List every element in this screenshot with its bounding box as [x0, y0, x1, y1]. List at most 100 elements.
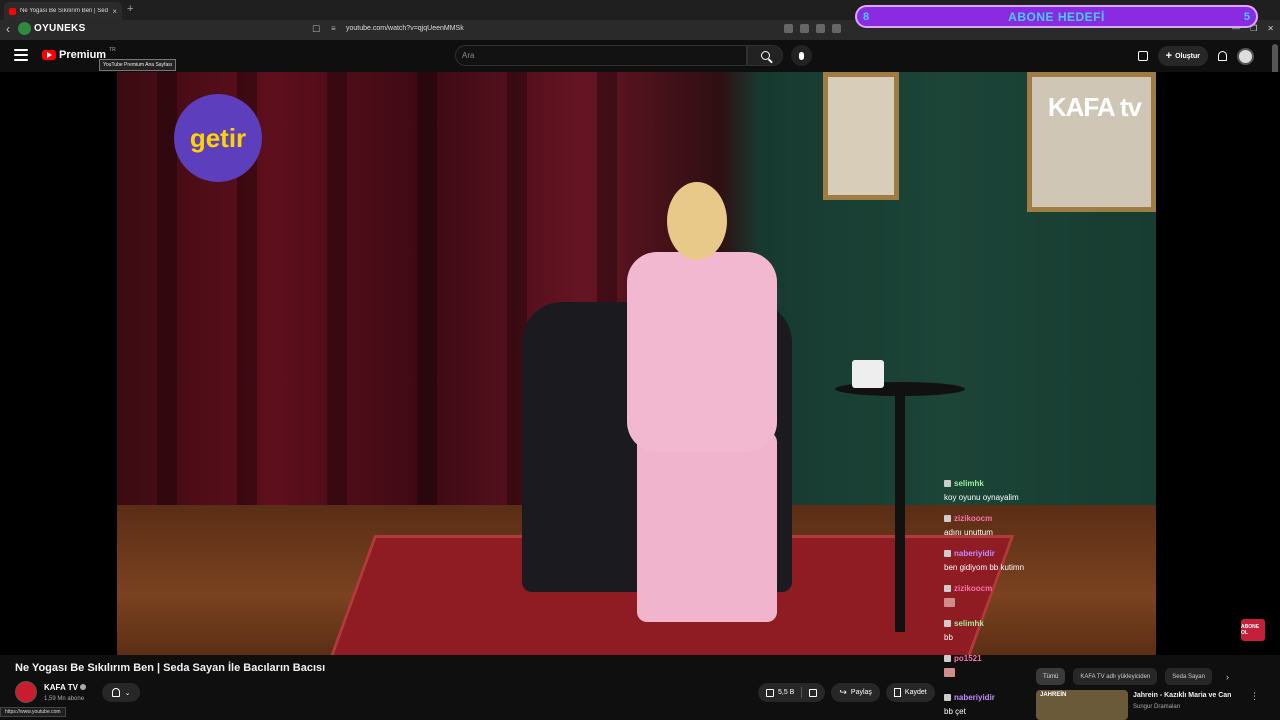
subscription-notifications-button[interactable]: ⌄ — [102, 683, 140, 702]
back-button[interactable]: ‹ — [6, 22, 10, 36]
chat-text: adını unuttum — [944, 528, 993, 537]
notifications-bell-icon[interactable] — [1218, 51, 1227, 61]
chat-badge-icon — [944, 584, 951, 592]
portrait-frame — [823, 72, 899, 200]
search-input[interactable] — [455, 45, 747, 66]
recommended-title[interactable]: Jahrein - Kazıklı Maria ve Can — [1133, 692, 1231, 699]
user-avatar[interactable] — [1237, 47, 1254, 65]
like-icon[interactable] — [766, 688, 774, 697]
save-button[interactable]: Kaydet — [885, 683, 935, 702]
share-label: Paylaş — [850, 689, 872, 696]
oyuneks-logo-text: OYUNEKS — [34, 23, 86, 34]
host-body — [627, 252, 777, 452]
chat-badge-icon — [944, 479, 951, 487]
youtube-header: Premium TR YouTube Premium Ana Sayfası +… — [0, 40, 1280, 72]
extension-icons — [784, 24, 841, 33]
share-page-icon[interactable] — [816, 24, 825, 33]
voice-search-button[interactable] — [791, 45, 812, 66]
host-head — [667, 182, 727, 260]
logo-tooltip: YouTube Premium Ana Sayfası — [99, 59, 177, 71]
chat-message: zizikoocm adını unuttum — [942, 508, 1280, 543]
chat-username: naberiyidir — [954, 548, 995, 558]
subscribe-overlay-badge: ABONE OL — [1241, 619, 1265, 641]
close-window-button[interactable]: ✕ — [1267, 24, 1274, 33]
chat-username: zizikoocm — [954, 513, 993, 523]
chat-message: naberiyidir ben gidiyom bb kutimn — [942, 543, 1280, 578]
chat-badge-icon — [944, 654, 951, 662]
search-icon — [760, 51, 770, 60]
like-count[interactable]: 5,5 B — [778, 689, 794, 696]
subscriber-goal-bar: 8 ABONE HEDEFİ 5 — [855, 5, 1258, 28]
extension-icon[interactable] — [832, 24, 841, 33]
chat-username: po1521 — [954, 653, 982, 663]
chat-badge-icon — [944, 514, 951, 522]
chat-username: selimhk — [954, 618, 984, 628]
tab-title: Ne Yogası Be Sıkılırım Ben | Sed — [20, 8, 108, 14]
hamburger-menu-icon[interactable] — [14, 49, 28, 61]
oyuneks-logo-icon — [18, 22, 31, 35]
video-thumbnail[interactable]: JAHREİN — [1036, 690, 1128, 720]
site-settings-icon[interactable]: ≡ — [331, 24, 336, 33]
host-figure — [587, 182, 787, 622]
chat-emote-icon — [944, 668, 955, 677]
more-options-icon[interactable]: ⋮ — [1250, 691, 1259, 702]
youtube-favicon-icon — [9, 7, 16, 15]
verified-icon — [79, 684, 86, 690]
chat-username: zizikoocm — [954, 583, 993, 593]
plus-icon: + — [1165, 50, 1173, 62]
goal-current: 8 — [863, 10, 870, 23]
link-status-bar: https://www.youtube.com — [0, 707, 66, 717]
chat-message: selimhk koy oyunu oynayalim — [942, 473, 1280, 508]
new-tab-button[interactable]: + — [127, 3, 133, 15]
channel-name-row[interactable]: KAFA TV — [44, 683, 86, 692]
recommended-channel[interactable]: Sungur Dramaları — [1133, 704, 1180, 710]
video-actions: 5,5 B ↪ Paylaş Kaydet — [758, 683, 935, 702]
chat-message: naberiyidir bb çet — [944, 690, 995, 716]
chat-username: selimhk — [954, 478, 984, 488]
chevron-down-icon: ⌄ — [124, 689, 131, 697]
region-code: TR — [109, 47, 116, 53]
channel-name[interactable]: KAFA TV — [44, 683, 78, 692]
kafa-tv-watermark: KAFA tv — [1047, 92, 1142, 122]
share-button[interactable]: ↪ Paylaş — [831, 683, 880, 702]
chip-all[interactable]: Tümü — [1036, 668, 1066, 685]
create-button[interactable]: + Oluştur — [1157, 46, 1208, 66]
stream-chat-overlay: selimhk koy oyunu oynayalim zizikoocm ad… — [942, 473, 1280, 683]
host-legs — [637, 432, 777, 622]
install-icon[interactable] — [784, 24, 793, 33]
chevron-right-icon[interactable]: › — [1226, 672, 1229, 682]
share-icon: ↪ — [839, 687, 847, 697]
chat-emote-icon — [944, 598, 955, 607]
chat-badge-icon — [944, 693, 951, 701]
subscriber-count: 1,59 Mn abone — [44, 696, 85, 702]
bookmark-icon[interactable]: ☐ — [312, 24, 320, 35]
channel-avatar[interactable] — [15, 681, 37, 703]
chat-text: bb — [944, 633, 953, 642]
curtain-fold — [327, 72, 347, 552]
dislike-icon[interactable] — [809, 688, 818, 697]
chip-from-uploader[interactable]: KAFA TV adlı yükleyiciden — [1073, 668, 1158, 685]
goal-label: ABONE HEDEFİ — [1008, 9, 1105, 24]
mug — [852, 360, 884, 388]
bell-icon — [111, 688, 120, 697]
url-text[interactable]: youtube.com/watch?v=qjqUeenMMSk — [346, 25, 464, 32]
zoom-icon[interactable] — [800, 24, 809, 33]
table-leg — [895, 392, 905, 632]
tab-close-icon[interactable]: × — [112, 7, 117, 16]
youtube-play-icon — [42, 50, 56, 60]
like-dislike-group: 5,5 B — [758, 683, 826, 702]
video-title: Ne Yogası Be Sıkılırım Ben | Seda Sayan … — [15, 662, 326, 674]
cast-icon[interactable] — [1137, 51, 1148, 61]
chat-message: zizikoocm — [942, 578, 1280, 613]
microphone-icon — [799, 51, 804, 60]
browser-tab[interactable]: Ne Yogası Be Sıkılırım Ben | Sed × — [4, 2, 122, 20]
chat-message: selimhk bb — [942, 613, 1280, 648]
chat-badge-icon — [944, 549, 951, 557]
chip-related[interactable]: Seda Sayan — [1165, 668, 1212, 685]
getir-sponsor-logo: getir — [174, 94, 262, 182]
thumbnail-text: JAHREİN — [1040, 692, 1067, 698]
header-actions: + Oluştur — [1137, 46, 1254, 66]
recommended-video[interactable]: JAHREİN Jahrein - Kazıklı Maria ve Can S… — [1036, 690, 1266, 720]
search-button[interactable] — [747, 45, 783, 66]
chat-text: koy oyunu oynayalim — [944, 493, 1019, 502]
